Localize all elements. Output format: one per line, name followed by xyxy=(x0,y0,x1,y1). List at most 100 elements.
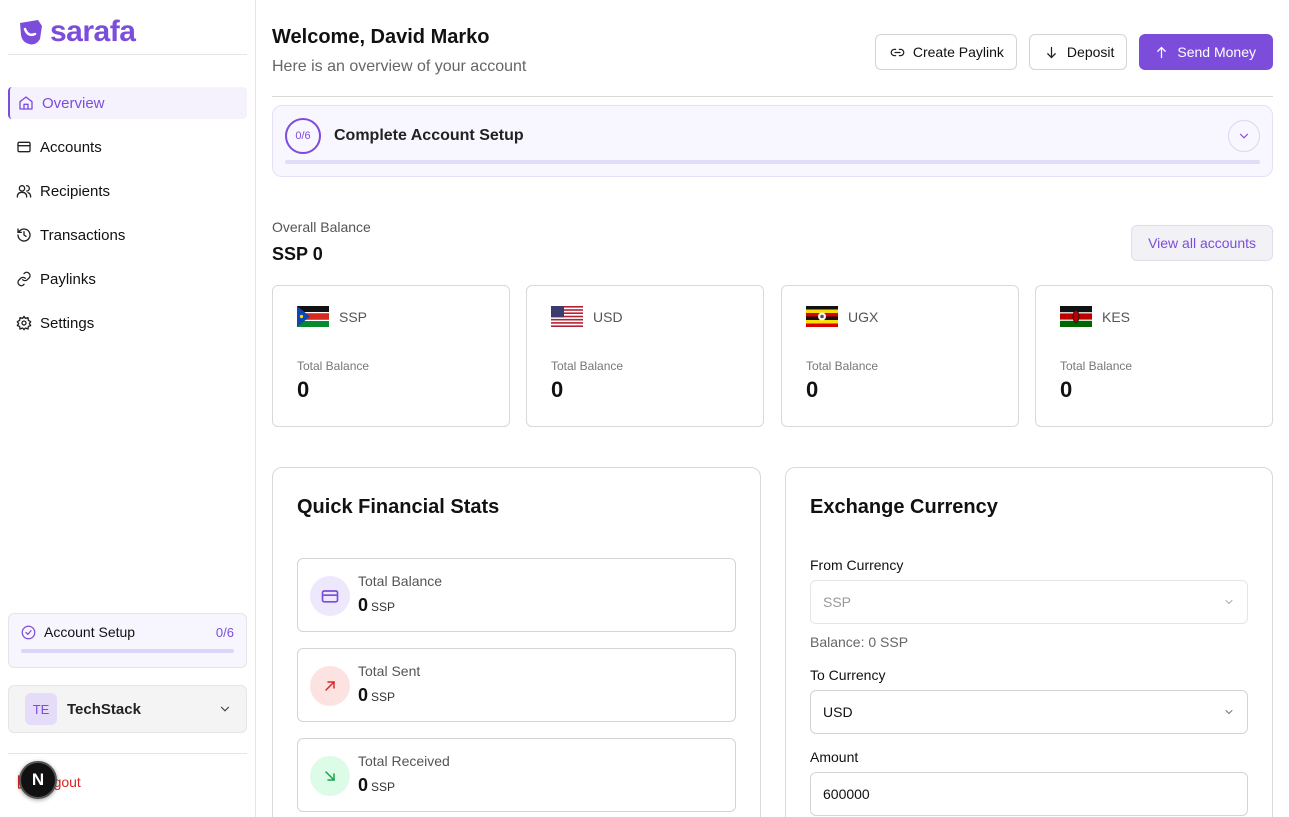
account-setup-count: 0/6 xyxy=(215,624,234,640)
currency-balance-value: 0 xyxy=(1060,377,1073,402)
exchange-currency-panel: Exchange Currency From Currency SSP Bala… xyxy=(785,467,1273,817)
sidebar-item-label: Transactions xyxy=(40,226,126,244)
link-icon xyxy=(17,271,31,287)
page-title: Welcome, David Marko xyxy=(272,26,490,48)
overall-balance-label: Overall Balance xyxy=(272,219,371,235)
complete-setup-banner[interactable]: 0/6 Complete Account Setup xyxy=(272,105,1273,177)
app-root: sarafa Overview Accounts Recipients Tran… xyxy=(0,0,1289,817)
org-name: TechStack xyxy=(67,700,141,718)
stat-total-balance: Total Balance 0 SSP xyxy=(297,558,736,632)
link-icon xyxy=(890,48,905,56)
org-avatar: TE xyxy=(25,693,57,725)
sidebar-item-label: Paylinks xyxy=(40,270,96,288)
history-icon xyxy=(17,228,31,242)
currency-code: KES xyxy=(1102,308,1131,325)
chevron-down-icon xyxy=(1225,600,1233,605)
stat-value: 0 xyxy=(358,775,369,795)
exchange-title: Exchange Currency xyxy=(810,496,998,518)
from-currency-value: SSP xyxy=(823,594,852,610)
wallet-icon xyxy=(17,141,31,153)
chevron-down-icon xyxy=(1225,710,1233,715)
expand-setup-button[interactable] xyxy=(1228,120,1260,152)
currency-balance-label: Total Balance xyxy=(297,359,370,373)
home-icon xyxy=(19,96,33,110)
currency-card-ugx[interactable]: UGX Total Balance 0 xyxy=(781,285,1019,427)
currency-balance-value: 0 xyxy=(297,377,310,402)
sidebar-item-paylinks[interactable]: Paylinks xyxy=(8,263,247,295)
account-setup-progress xyxy=(21,649,234,653)
sidebar-item-recipients[interactable]: Recipients xyxy=(8,175,247,207)
arrow-down-right-icon xyxy=(310,756,350,796)
send-money-label: Send Money xyxy=(1177,44,1256,60)
setup-banner-title: Complete Account Setup xyxy=(334,127,524,144)
account-setup-label: Account Setup xyxy=(44,624,136,640)
amount-input[interactable]: 600000 xyxy=(810,772,1248,816)
deposit-label: Deposit xyxy=(1066,44,1115,60)
setup-progress-ring: 0/6 xyxy=(285,118,321,154)
quick-stats-panel: Quick Financial Stats Total Balance 0 SSP… xyxy=(272,467,761,817)
stat-unit: SSP xyxy=(371,780,396,794)
sarafa-logo-icon xyxy=(20,20,42,45)
setup-progress-bar xyxy=(285,160,1260,164)
to-currency-select[interactable]: USD xyxy=(810,690,1248,734)
kenya-flag-icon xyxy=(1060,306,1092,327)
sidebar-item-transactions[interactable]: Transactions xyxy=(8,219,247,251)
card-icon xyxy=(310,576,350,616)
amount-label: Amount xyxy=(810,749,859,765)
currency-code: SSP xyxy=(339,308,368,325)
chevron-down-icon xyxy=(1239,133,1249,139)
account-setup-card[interactable]: Account Setup 0/6 xyxy=(8,613,247,668)
sidebar-divider xyxy=(8,753,247,754)
header-actions: Create Paylink Deposit Send Money xyxy=(874,34,1273,70)
page-subtitle: Here is an overview of your account xyxy=(272,58,527,75)
currency-balance-value: 0 xyxy=(551,377,564,402)
currency-card-usd[interactable]: USD Total Balance 0 xyxy=(526,285,764,427)
brand-name: sarafa xyxy=(50,15,136,48)
currency-card-kes[interactable]: KES Total Balance 0 xyxy=(1035,285,1273,427)
deposit-button[interactable]: Deposit xyxy=(1028,34,1128,70)
header-divider xyxy=(272,96,1273,97)
stat-value: 0 xyxy=(358,595,369,615)
sidebar-item-accounts[interactable]: Accounts xyxy=(8,131,247,163)
sidebar-nav: Overview Accounts Recipients Transaction… xyxy=(8,87,247,351)
south-sudan-flag-icon xyxy=(297,306,329,327)
sidebar-item-label: Accounts xyxy=(40,138,102,156)
chevron-down-icon xyxy=(220,706,230,712)
from-balance-note: Balance: 0 SSP xyxy=(810,634,909,650)
dev-tools-badge[interactable]: N xyxy=(19,761,57,799)
gear-icon xyxy=(16,315,32,331)
us-flag-icon xyxy=(551,306,583,327)
currency-code: USD xyxy=(593,308,623,325)
currency-code: UGX xyxy=(848,308,879,325)
brand-logo[interactable]: sarafa xyxy=(16,15,136,48)
amount-value: 600000 xyxy=(823,786,870,802)
arrow-up-icon xyxy=(1157,46,1167,58)
quick-stats-title: Quick Financial Stats xyxy=(297,496,500,518)
currency-balance-value: 0 xyxy=(806,377,819,402)
sidebar-item-label: Recipients xyxy=(40,182,111,200)
sidebar-divider xyxy=(8,54,247,55)
sidebar-item-overview[interactable]: Overview xyxy=(8,87,247,119)
from-currency-select[interactable]: SSP xyxy=(810,580,1248,624)
arrow-down-icon xyxy=(1047,46,1056,58)
stat-unit: SSP xyxy=(371,690,396,704)
sidebar-item-label: Settings xyxy=(40,314,95,332)
send-money-button[interactable]: Send Money xyxy=(1139,34,1273,70)
sidebar-item-settings[interactable]: Settings xyxy=(8,307,247,339)
overall-balance-value: SSP 0 xyxy=(272,244,323,264)
from-currency-label: From Currency xyxy=(810,557,904,573)
view-all-accounts-button[interactable]: View all accounts xyxy=(1131,225,1273,261)
create-paylink-label: Create Paylink xyxy=(912,44,1004,60)
currency-balance-label: Total Balance xyxy=(1060,359,1133,373)
currency-balance-label: Total Balance xyxy=(551,359,624,373)
create-paylink-button[interactable]: Create Paylink xyxy=(874,34,1017,70)
stat-label: Total Sent xyxy=(358,663,421,679)
uganda-flag-icon xyxy=(806,306,838,327)
stat-value: 0 xyxy=(358,685,369,705)
stat-label: Total Received xyxy=(358,753,450,769)
sidebar-item-label: Overview xyxy=(42,94,105,112)
organization-switcher[interactable]: TE TechStack xyxy=(8,685,247,733)
stat-unit: SSP xyxy=(371,600,396,614)
stat-total-received: Total Received 0 SSP xyxy=(297,738,736,812)
currency-card-ssp[interactable]: SSP Total Balance 0 xyxy=(272,285,510,427)
